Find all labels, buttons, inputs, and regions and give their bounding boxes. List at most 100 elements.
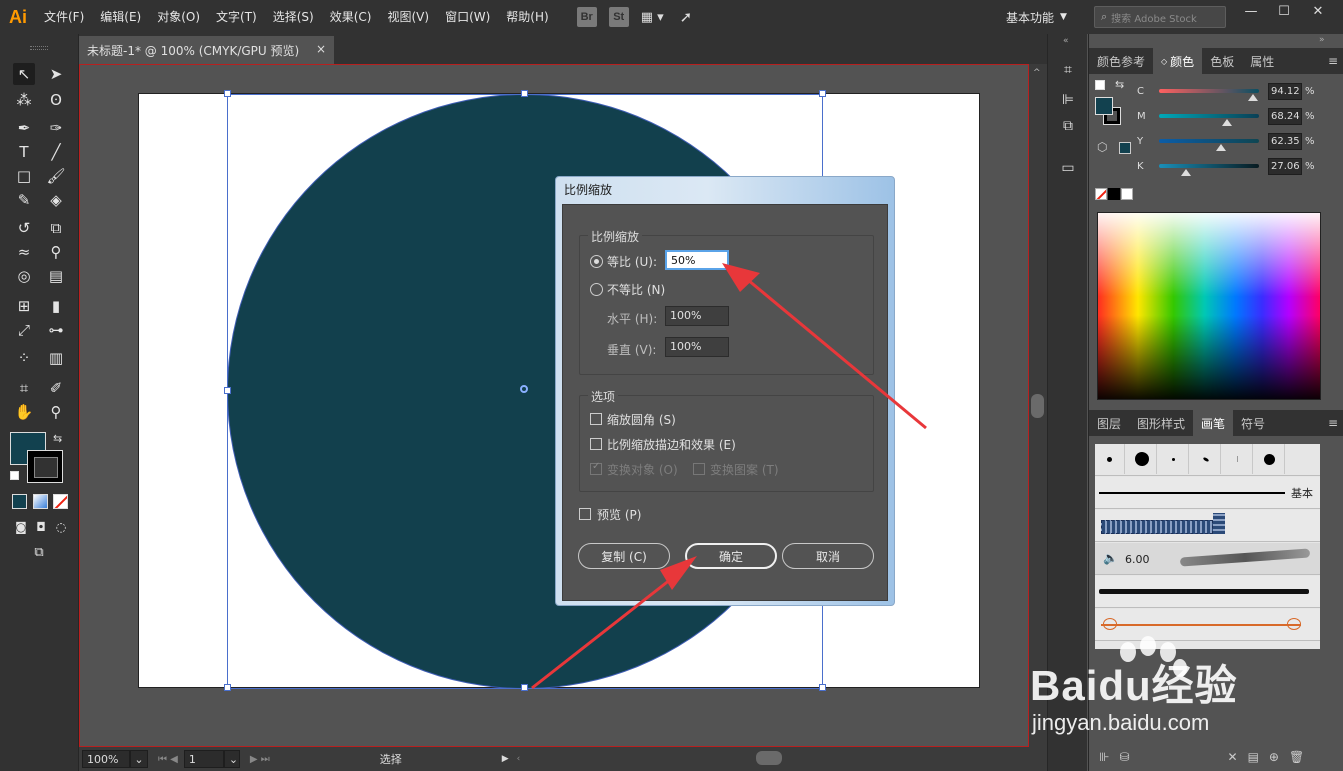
art-brush-row[interactable]: [1095, 609, 1320, 641]
tab-color[interactable]: ◇ 颜色: [1153, 48, 1203, 74]
uniform-radio[interactable]: [590, 255, 603, 268]
yellow-slider-thumb[interactable]: [1216, 144, 1226, 151]
zoom-dropdown-icon[interactable]: ⌄: [130, 750, 148, 768]
black-slider-thumb[interactable]: [1181, 169, 1191, 176]
basic-brush-row[interactable]: 基本: [1095, 477, 1320, 509]
menu-file[interactable]: 文件(F): [36, 0, 92, 34]
screen-mode-icon[interactable]: ⧉: [28, 541, 50, 563]
mesh-tool-icon[interactable]: ⊞: [13, 295, 35, 317]
brush-dot-large[interactable]: [1127, 444, 1157, 474]
artboard-dropdown-icon[interactable]: ⌄: [223, 750, 240, 768]
brush-dot-tiny[interactable]: [1159, 444, 1189, 474]
default-fill-stroke-icon[interactable]: [1095, 80, 1105, 90]
cancel-button[interactable]: 取消: [782, 543, 874, 569]
resize-handle-left[interactable]: [224, 387, 231, 394]
curvature-tool-icon[interactable]: ✑: [45, 117, 67, 139]
resize-handle-bottom[interactable]: [521, 684, 528, 691]
tab-swatches[interactable]: 色板: [1202, 48, 1242, 74]
workspace-switcher[interactable]: 基本功能 ▼: [1000, 6, 1073, 28]
paintbrush-tool-icon[interactable]: 🖌: [45, 165, 67, 187]
artboard-tool-icon[interactable]: ⌗: [13, 377, 35, 399]
vertical-scrollbar[interactable]: ^: [1029, 64, 1047, 747]
zoom-level-field[interactable]: 100%: [82, 750, 130, 768]
resize-handle-bottom-right[interactable]: [819, 684, 826, 691]
bristle-brush-row[interactable]: 🔈 6.00: [1095, 543, 1320, 575]
rectangle-tool-icon[interactable]: □: [13, 165, 35, 187]
hand-tool-icon[interactable]: ✋: [13, 401, 35, 423]
symbol-sprayer-tool-icon[interactable]: ⁘: [13, 347, 35, 369]
swap-fill-stroke-icon[interactable]: ⇆: [1115, 78, 1124, 91]
draw-behind-icon[interactable]: ◘: [30, 516, 52, 538]
black-slider[interactable]: [1159, 164, 1259, 176]
perspective-grid-tool-icon[interactable]: ▤: [45, 265, 67, 287]
collapse-dock-icon[interactable]: «: [1063, 36, 1069, 46]
collapse-panel-icon[interactable]: »: [1319, 35, 1325, 45]
menu-edit[interactable]: 编辑(E): [92, 0, 149, 34]
none-color-swatch[interactable]: [1095, 188, 1107, 200]
brush-dot-small[interactable]: [1095, 444, 1125, 474]
panel-menu-icon[interactable]: ≡: [1328, 54, 1338, 68]
transform-panel-icon[interactable]: ⌗: [1058, 60, 1078, 80]
panel-grip[interactable]: [30, 46, 48, 50]
brush-dot-angled[interactable]: [1191, 444, 1221, 474]
gradient-panel-icon[interactable]: ▭: [1058, 158, 1078, 178]
menu-effect[interactable]: 效果(C): [322, 0, 380, 34]
remove-brush-stroke-icon[interactable]: ✕: [1228, 750, 1238, 764]
cyan-slider[interactable]: [1159, 89, 1259, 101]
gamut-swatch[interactable]: [1119, 142, 1131, 154]
horizontal-scale-input[interactable]: 100%: [665, 306, 729, 326]
vertical-scroll-thumb[interactable]: [1031, 394, 1044, 418]
menu-help[interactable]: 帮助(H): [498, 0, 556, 34]
pathfinder-panel-icon[interactable]: ⧉: [1058, 116, 1078, 136]
nonuniform-radio[interactable]: [590, 283, 603, 296]
menu-select[interactable]: 选择(S): [265, 0, 322, 34]
eraser-tool-icon[interactable]: ◈: [45, 189, 67, 211]
swap-colors-icon[interactable]: ⇆: [53, 432, 62, 445]
zoom-tool-icon[interactable]: ⚲: [45, 401, 67, 423]
scroll-up-icon[interactable]: ^: [1033, 68, 1041, 78]
close-tab-icon[interactable]: ×: [316, 42, 326, 56]
scale-corners-checkbox[interactable]: [590, 413, 602, 425]
gpu-performance-icon[interactable]: ➚: [680, 8, 693, 26]
brush-library-icon[interactable]: ⊪: [1099, 750, 1109, 764]
tab-properties[interactable]: 属性: [1242, 48, 1282, 74]
stock-icon[interactable]: St: [608, 7, 629, 27]
out-of-gamut-icon[interactable]: ⬡: [1097, 140, 1107, 154]
stock-search-field[interactable]: ⌕ 搜索 Adobe Stock: [1094, 6, 1226, 28]
resize-handle-top-left[interactable]: [224, 90, 231, 97]
tab-brushes[interactable]: 画笔: [1193, 410, 1234, 436]
none-mode-icon[interactable]: [53, 494, 68, 509]
direct-selection-tool-icon[interactable]: ➤: [45, 63, 67, 85]
minimize-icon[interactable]: —: [1235, 0, 1267, 22]
blend-tool-icon[interactable]: ⊶: [45, 319, 67, 341]
resize-handle-top[interactable]: [521, 90, 528, 97]
draw-inside-icon[interactable]: ◌: [50, 516, 72, 538]
stroke-color-swatch[interactable]: [27, 450, 63, 483]
type-tool-icon[interactable]: T: [13, 141, 35, 163]
brush-dot-medium[interactable]: [1255, 444, 1285, 474]
last-artboard-icon[interactable]: ▶ ⏭: [250, 754, 270, 765]
menu-object[interactable]: 对象(O): [149, 0, 208, 34]
brush-options-icon[interactable]: ▤: [1248, 750, 1259, 764]
magenta-slider-thumb[interactable]: [1222, 119, 1232, 126]
white-color-swatch[interactable]: [1121, 188, 1133, 200]
maximize-icon[interactable]: ☐: [1268, 0, 1300, 22]
horizontal-scroll-thumb[interactable]: [756, 751, 782, 765]
magenta-value[interactable]: 68.24: [1268, 107, 1302, 125]
yellow-value[interactable]: 62.35: [1268, 132, 1302, 150]
eyedropper-tool-icon[interactable]: ⤢: [13, 319, 35, 341]
scale-tool-icon[interactable]: ⧉: [45, 217, 67, 239]
brush-dot-thin[interactable]: [1223, 444, 1253, 474]
first-artboard-icon[interactable]: ⏮ ◀: [158, 754, 178, 765]
copy-button[interactable]: 复制 (C): [578, 543, 670, 569]
draw-normal-icon[interactable]: ◙: [10, 516, 32, 538]
pattern-brush-row[interactable]: [1095, 510, 1320, 542]
yellow-slider[interactable]: [1159, 139, 1259, 151]
menu-view[interactable]: 视图(V): [379, 0, 437, 34]
brush-library-menu-icon[interactable]: ⛁: [1119, 750, 1129, 764]
document-tab[interactable]: 未标题-1* @ 100% (CMYK/GPU 预览) ×: [79, 36, 334, 64]
bridge-icon[interactable]: Br: [576, 7, 597, 27]
menu-type[interactable]: 文字(T): [208, 0, 265, 34]
color-mode-icon[interactable]: [12, 494, 27, 509]
artboard-number-field[interactable]: 1: [183, 750, 224, 768]
